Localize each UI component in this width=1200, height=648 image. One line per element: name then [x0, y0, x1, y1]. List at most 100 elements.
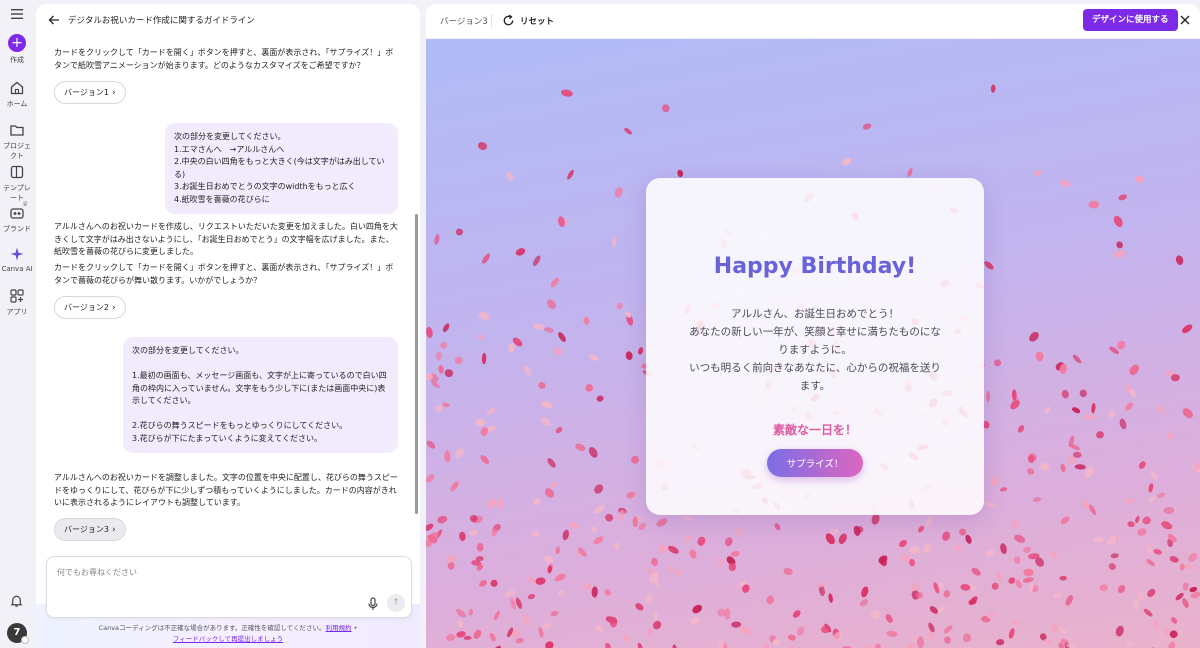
rail-item-create[interactable]: + 作成	[0, 34, 34, 65]
send-button[interactable]: ↑	[387, 594, 405, 612]
petal	[1127, 521, 1135, 528]
rail-item-apps[interactable]: アプリ	[0, 288, 34, 317]
petal	[426, 523, 434, 531]
user-message-line: 3.花びらが下にたまっていくように変えてください。	[132, 433, 323, 443]
close-icon[interactable]	[1179, 14, 1191, 26]
rail-item-projects[interactable]: プロジェクト	[0, 122, 34, 161]
petal	[1125, 640, 1134, 647]
bell-icon[interactable]	[9, 593, 24, 608]
template-icon	[10, 165, 24, 179]
petal	[944, 636, 951, 644]
petal	[567, 169, 574, 180]
feedback-link[interactable]: フィードバックして再提出しましょう	[173, 635, 283, 643]
reset-button[interactable]: リセット	[520, 15, 554, 27]
petal	[1116, 241, 1123, 249]
rail-item-canva-ai[interactable]: Canva AI	[0, 246, 34, 273]
petal	[1167, 641, 1176, 648]
petal	[1013, 556, 1021, 564]
petal	[454, 356, 463, 365]
petal	[1022, 577, 1034, 583]
terms-link[interactable]: 利用規約	[326, 624, 352, 632]
avatar[interactable]: 7	[7, 623, 29, 644]
petal	[993, 359, 1002, 367]
user-message-line	[132, 358, 389, 371]
petal	[625, 351, 633, 361]
user-message-line: 1.エマさんへ →アルルさんへ	[174, 144, 285, 154]
chat-input-box: ↑	[46, 556, 412, 618]
petal	[918, 525, 924, 533]
surprise-button[interactable]: サプライズ！	[767, 449, 863, 477]
petal	[735, 527, 743, 538]
petal	[1029, 331, 1039, 342]
petal	[445, 555, 457, 563]
menu-icon[interactable]	[10, 8, 24, 20]
petal	[481, 352, 487, 365]
petal	[543, 327, 555, 333]
petal	[991, 582, 999, 590]
card-message-line: あなたの新しい一年が、笑顔と幸せに満ちたものになりますように。	[689, 326, 941, 356]
petal	[442, 402, 450, 408]
petal	[1014, 534, 1026, 543]
version-2-button[interactable]: バージョン2 ›	[54, 296, 126, 319]
back-arrow-icon[interactable]	[48, 14, 60, 26]
petal	[1058, 627, 1067, 634]
petal	[960, 583, 971, 591]
petal	[928, 622, 935, 633]
petal	[604, 589, 611, 596]
petal	[486, 407, 496, 416]
rail-item-templates[interactable]: テンプレート	[0, 164, 34, 203]
rail-item-label: ホーム	[6, 100, 28, 108]
petal	[515, 248, 526, 256]
petal	[426, 326, 433, 339]
use-in-design-button[interactable]: デザインに使用する	[1083, 9, 1178, 31]
petal	[1072, 407, 1081, 414]
reset-icon[interactable]	[502, 14, 515, 27]
user-message-line: 1.最初の画面も、メッセージ画面も、文字が上に寄っているので白い四角の枠内に入っ…	[132, 371, 387, 405]
petal	[523, 366, 532, 377]
petal	[1161, 521, 1173, 530]
petal	[860, 599, 868, 607]
petal	[547, 458, 556, 468]
petal	[646, 628, 653, 638]
petal	[692, 604, 703, 614]
chat-scrollbar[interactable]	[415, 214, 418, 514]
petal	[540, 417, 551, 426]
petal	[689, 549, 697, 559]
petal	[1099, 584, 1108, 591]
petal	[463, 635, 472, 640]
petal	[1175, 255, 1184, 266]
petal	[588, 447, 598, 458]
petal	[611, 236, 617, 248]
user-message: 次の部分を変更してください。 1.最初の画面も、メッセージ画面も、文字が上に寄っ…	[123, 337, 398, 453]
petal	[477, 142, 488, 151]
petal	[594, 504, 605, 514]
petal	[505, 171, 514, 182]
petal	[493, 645, 502, 648]
petal	[1125, 498, 1135, 504]
petal	[444, 450, 451, 463]
version-1-button[interactable]: バージョン1 ›	[54, 81, 126, 104]
birthday-card[interactable]: Happy Birthday! アルルさん、お誕生日おめでとう！ あなたの新しい…	[646, 178, 984, 515]
microphone-icon[interactable]	[367, 597, 379, 611]
user-message-line: 2.花びらの舞うスピードをもっとゆっくりにしてください。	[132, 421, 348, 430]
status-dot	[21, 636, 29, 644]
chat-panel: デジタルお祝いカード作成に関するガイドライン カードをクリックして「カードを開く…	[36, 4, 420, 648]
chat-input[interactable]	[57, 568, 357, 577]
rail-item-home[interactable]: ホーム	[0, 80, 34, 109]
petal	[685, 535, 691, 544]
petal	[475, 418, 486, 427]
petal	[454, 448, 464, 459]
version-3-button[interactable]: バージョン3 ›	[54, 518, 126, 541]
ai-message: アルルさんへのお祝いカードを作成し、リクエストいただいた変更を加えました。白い四…	[54, 222, 398, 256]
petal	[842, 158, 852, 166]
petal	[1153, 549, 1162, 555]
rail-item-brand[interactable]: ブランド	[0, 205, 34, 234]
left-rail: + 作成 ホーム プロジェクト テンプレート ブランド ♛ Canva AI ア…	[0, 0, 34, 648]
petal	[1023, 546, 1032, 553]
petal	[445, 634, 456, 642]
petal	[440, 342, 448, 349]
petal	[943, 625, 953, 634]
petal	[717, 640, 725, 648]
petal	[1179, 563, 1185, 571]
petal	[986, 390, 991, 403]
